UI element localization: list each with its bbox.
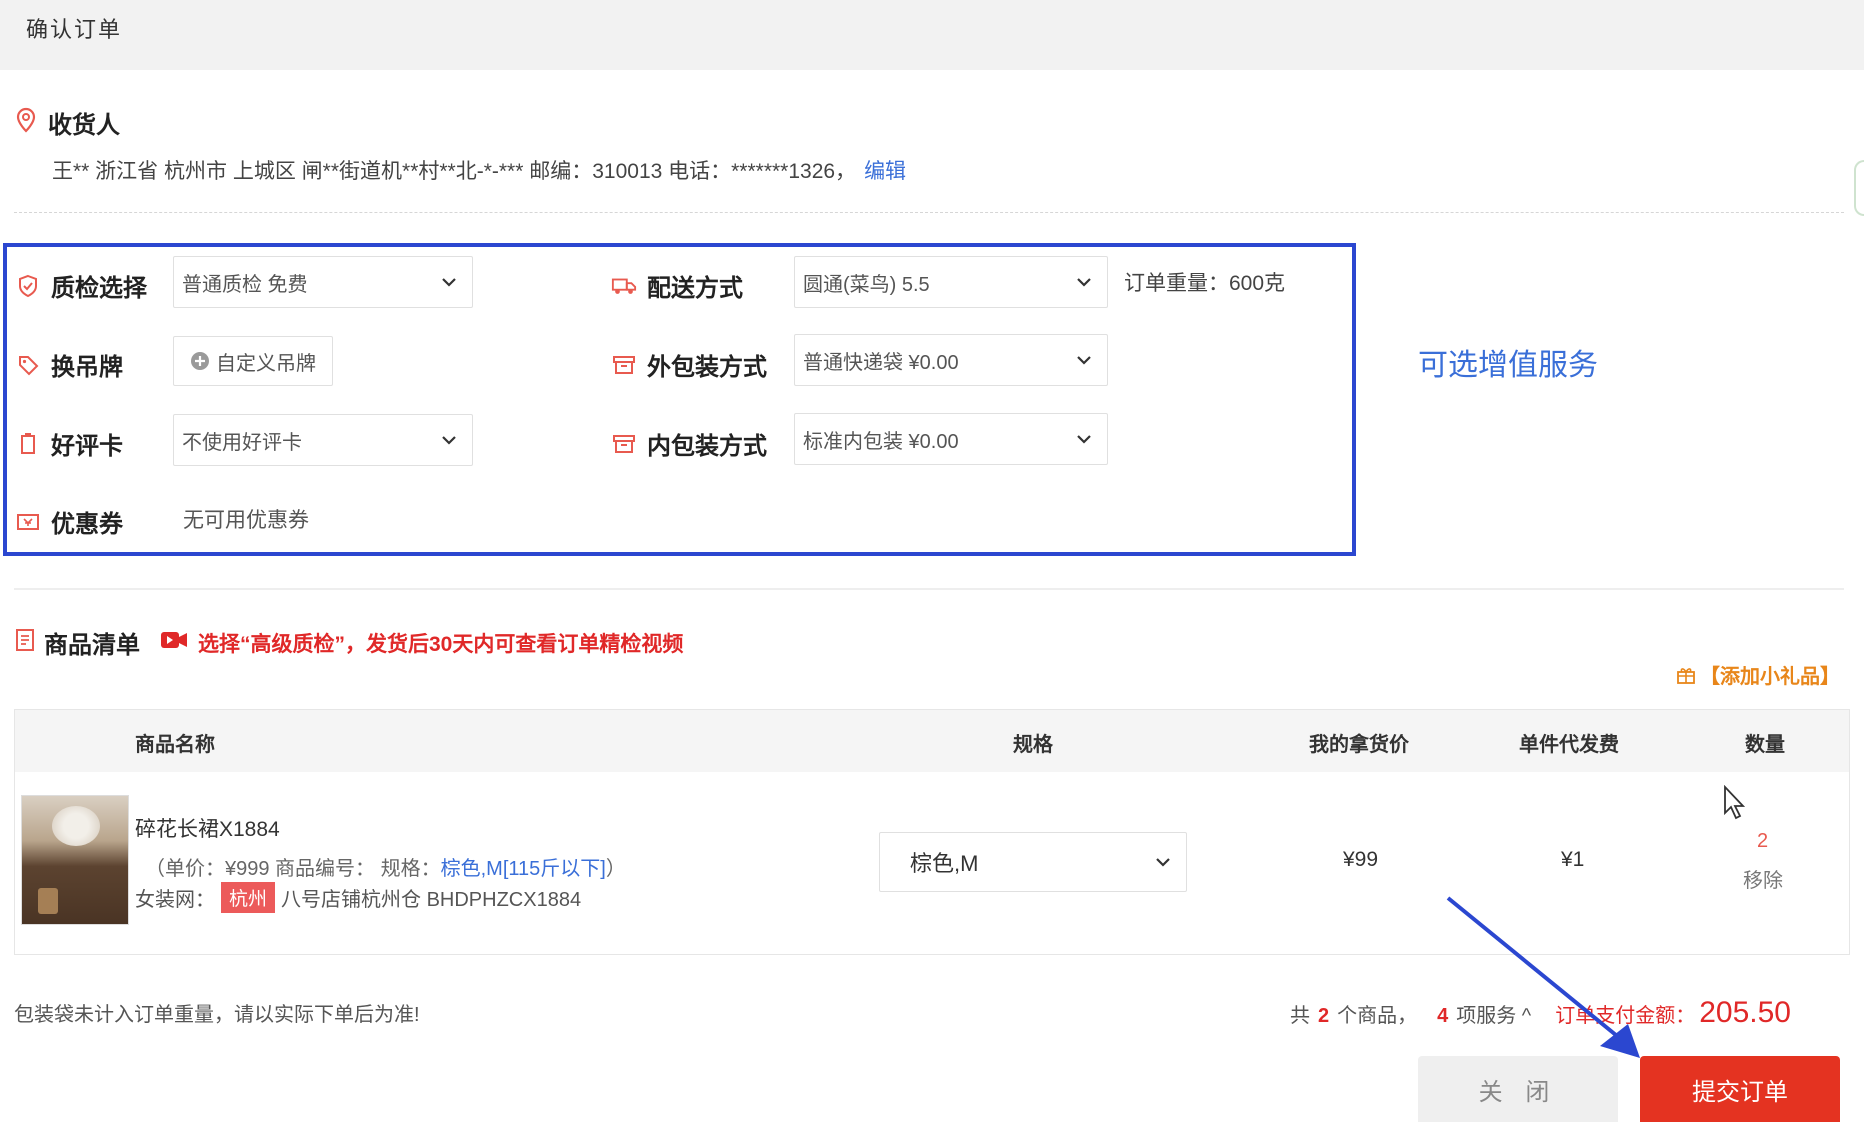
- quality-video-notice: 选择“高级质检”，发货后30天内可查看订单精检视频: [198, 632, 684, 656]
- product-name[interactable]: 碎花长裙X1884: [135, 813, 280, 843]
- tag-label: 换吊牌: [51, 354, 123, 381]
- product-shop: 女装网： 杭州 八号店铺杭州仓 BHDPHZCX1884: [135, 882, 581, 913]
- gift-icon: [1677, 667, 1695, 684]
- coupon-value: 无可用优惠券: [183, 509, 309, 532]
- consignee-label: 收货人: [48, 112, 120, 139]
- order-summary: 共 2 个商品， 4 项服务 ^ 订单支付金额： 205.50: [1290, 996, 1791, 1030]
- page-title: 确认订单: [26, 17, 123, 42]
- city-badge: 杭州: [221, 882, 276, 913]
- address-text: 王** 浙江省 杭州市 上城区 闸**街道机**村**北-*-*** 邮编：31…: [52, 160, 857, 183]
- summary-prefix: 共: [1290, 1005, 1310, 1027]
- outer-pack-label: 外包装方式: [647, 354, 767, 381]
- order-weight: 订单重量：600克: [1124, 272, 1286, 295]
- inner-pack-label: 内包装方式: [647, 433, 767, 460]
- shipping-select[interactable]: 圆通(菜鸟) 5.5: [794, 256, 1108, 308]
- chevron-down-icon: [1077, 356, 1091, 365]
- quality-label: 质检选择: [51, 275, 147, 302]
- quality-select-value: 普通质检 免费: [182, 273, 308, 296]
- review-card-select-value: 不使用好评卡: [182, 431, 302, 454]
- coupon-row: 优惠券: [15, 504, 123, 539]
- consignee-section: 收货人 王** 浙江省 杭州市 上城区 闸**街道机**村**北-*-*** 邮…: [14, 105, 1844, 183]
- spec-select-value: 棕色,M: [910, 851, 979, 876]
- value-added-services-annotation: 可选增值服务: [1418, 349, 1598, 382]
- inner-pack-select[interactable]: 标准内包装 ¥0.00: [794, 413, 1108, 465]
- inner-pack-select-value: 标准内包装 ¥0.00: [803, 430, 959, 453]
- custom-tag-label: 自定义吊牌: [216, 352, 316, 375]
- package-icon: [611, 431, 637, 457]
- video-icon: [160, 629, 188, 656]
- chevron-down-icon: [442, 436, 456, 445]
- pay-label: 订单支付金额：: [1555, 1005, 1696, 1027]
- product-meta-spec: 棕色,M[115斤以下]: [440, 858, 606, 880]
- add-gift-link[interactable]: 【添加小礼品】: [1676, 660, 1840, 689]
- outer-pack-select[interactable]: 普通快递袋 ¥0.00: [794, 334, 1108, 386]
- divider: [14, 588, 1844, 590]
- service-count: 4: [1437, 1005, 1449, 1027]
- goods-unit: 个商品，: [1337, 1005, 1418, 1027]
- add-gift-label: 【添加小礼品】: [1700, 666, 1840, 688]
- review-card-row: 好评卡: [15, 426, 123, 461]
- coupon-label: 优惠券: [51, 511, 123, 538]
- edit-address-link[interactable]: 编辑: [864, 160, 906, 183]
- product-meta: （单价：¥999 商品编号： 规格：棕色,M[115斤以下]）: [145, 852, 626, 881]
- weight-footnote: 包装袋未计入订单重量，请以实际下单后为准!: [14, 1004, 420, 1026]
- shipping-row: 配送方式: [611, 268, 743, 303]
- truck-icon: [611, 273, 637, 299]
- inner-pack-row: 内包装方式: [611, 426, 767, 461]
- package-icon: [611, 352, 637, 378]
- shield-check-icon: [15, 273, 41, 299]
- product-thumbnail[interactable]: [21, 795, 129, 925]
- shop-name: 八号店铺杭州仓 BHDPHZCX1884: [281, 889, 582, 911]
- card-icon: [15, 431, 41, 457]
- review-card-label: 好评卡: [51, 433, 123, 460]
- list-icon: [14, 628, 36, 657]
- goods-count: 2: [1318, 1005, 1330, 1027]
- quality-row: 质检选择: [15, 268, 147, 303]
- consignee-address: 王** 浙江省 杭州市 上城区 闸**街道机**村**北-*-*** 邮编：31…: [52, 155, 906, 185]
- chevron-down-icon: [1156, 858, 1170, 867]
- goods-header: 商品清单 选择“高级质检”，发货后30天内可查看订单精检视频: [14, 625, 683, 660]
- goods-table: 商品名称 规格 我的拿货价 单件代发费 数量 碎花长裙X1884 （单价：¥99…: [14, 709, 1850, 955]
- pay-amount: 205.50: [1699, 996, 1791, 1029]
- chevron-down-icon: [1077, 435, 1091, 444]
- col-price: 我的拿货价: [1309, 734, 1409, 756]
- close-button[interactable]: 关 闭: [1418, 1056, 1618, 1122]
- outer-pack-row: 外包装方式: [611, 347, 767, 382]
- review-card-select[interactable]: 不使用好评卡: [173, 414, 473, 466]
- outer-pack-select-value: 普通快递袋 ¥0.00: [803, 351, 959, 374]
- plus-circle-icon: [191, 352, 209, 370]
- col-fee: 单件代发费: [1519, 734, 1619, 756]
- submit-order-button[interactable]: 提交订单: [1640, 1056, 1840, 1122]
- goods-label: 商品清单: [44, 632, 140, 659]
- product-meta-suffix: ）: [605, 858, 626, 880]
- title-bar: 确认订单: [0, 0, 1864, 70]
- col-name: 商品名称: [135, 734, 215, 756]
- divider: [14, 212, 1844, 213]
- col-spec: 规格: [1013, 734, 1053, 756]
- mouse-cursor-icon: [1724, 785, 1746, 820]
- col-qty: 数量: [1745, 734, 1785, 756]
- table-header: 商品名称 规格 我的拿货价 单件代发费 数量: [15, 710, 1849, 772]
- services-toggle[interactable]: 项服务 ^: [1456, 999, 1531, 1028]
- side-widget-edge: [1854, 160, 1864, 216]
- quality-select[interactable]: 普通质检 免费: [173, 256, 473, 308]
- product-meta-prefix: （单价：¥999 商品编号： 规格：: [145, 858, 441, 880]
- remove-item-link[interactable]: 移除: [1743, 864, 1783, 893]
- chevron-down-icon: [442, 278, 456, 287]
- spec-select[interactable]: 棕色,M: [879, 832, 1187, 892]
- tag-row: 换吊牌: [15, 347, 123, 382]
- item-price: ¥99: [1343, 848, 1379, 871]
- coupon-icon: [15, 509, 41, 535]
- chevron-down-icon: [1077, 278, 1091, 287]
- value-added-services-box: 质检选择 普通质检 免费 配送方式 圆通(菜鸟) 5.5 订单重量：600克 换…: [3, 243, 1356, 556]
- shipping-label: 配送方式: [647, 275, 743, 302]
- shop-prefix: 女装网：: [135, 889, 215, 911]
- shipping-select-value: 圆通(菜鸟) 5.5: [803, 273, 930, 296]
- item-qty[interactable]: 2: [1757, 830, 1768, 853]
- tag-icon: [15, 352, 41, 378]
- item-fee: ¥1: [1561, 848, 1585, 871]
- location-pin-icon: [14, 107, 38, 138]
- custom-tag-button[interactable]: 自定义吊牌: [173, 336, 333, 386]
